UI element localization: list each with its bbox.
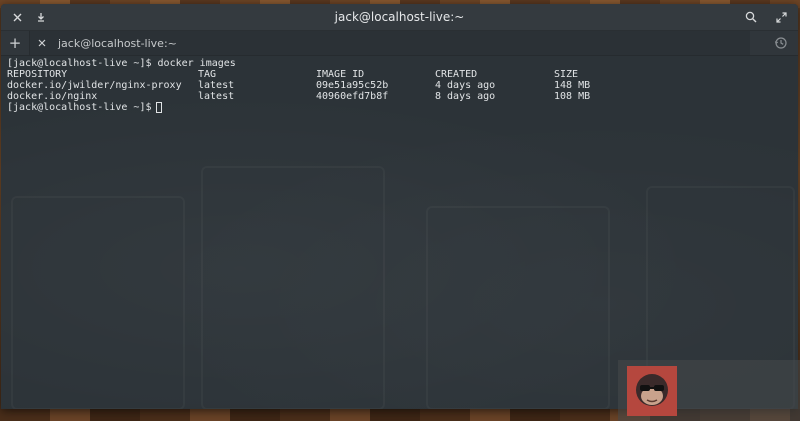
fullscreen-icon — [775, 11, 787, 23]
command-line: [jack@localhost-live ~]$ docker images — [7, 58, 792, 69]
close-icon — [13, 13, 21, 21]
repository-cell: docker.io/jwilder/nginx-proxy — [7, 80, 182, 91]
background-shape — [426, 206, 610, 409]
tag-cell: latest — [198, 80, 235, 91]
repository-cell: docker.io/nginx — [7, 91, 98, 102]
tab-terminal[interactable]: jack@localhost-live:~ — [30, 31, 750, 55]
background-shape — [201, 166, 385, 409]
created-cell: 8 days ago — [435, 91, 496, 102]
history-icon — [774, 37, 787, 49]
tab-label: jack@localhost-live:~ — [58, 36, 177, 50]
shell-prompt: [jack@localhost-live ~]$ — [7, 58, 152, 69]
table-row: docker.io/jwilder/nginx-proxy latest 09e… — [7, 80, 792, 91]
column-header: SIZE — [554, 69, 579, 80]
created-cell: 4 days ago — [435, 80, 496, 91]
current-prompt-line: [jack@localhost-live ~]$ — [7, 102, 792, 113]
terminal-output[interactable]: [jack@localhost-live ~]$ docker images R… — [1, 56, 798, 409]
table-row: docker.io/nginx latest 40960efd7b8f 8 da… — [7, 91, 792, 102]
image-id-cell: 09e51a95c52b — [316, 80, 389, 91]
download-button[interactable] — [30, 6, 52, 28]
close-window-button[interactable] — [6, 6, 28, 28]
plus-icon: + — [8, 34, 22, 52]
tag-cell: latest — [198, 91, 235, 102]
tab-close-button[interactable] — [32, 37, 52, 50]
column-header: IMAGE ID — [316, 69, 365, 80]
close-icon — [38, 39, 46, 46]
column-header: TAG — [198, 69, 217, 80]
search-icon — [745, 11, 757, 23]
tab-history-button[interactable] — [774, 35, 790, 51]
new-tab-button[interactable]: + — [1, 31, 30, 55]
column-header: CREATED — [435, 69, 478, 80]
text-cursor[interactable] — [155, 102, 162, 113]
command-text: docker images — [157, 58, 236, 69]
download-icon — [38, 13, 44, 22]
titlebar-left-controls — [6, 6, 52, 28]
title-bar[interactable]: jack@localhost-live:~ — [1, 4, 798, 31]
gorilla-avatar-icon — [627, 366, 677, 416]
shell-prompt: [jack@localhost-live ~]$ — [7, 102, 152, 113]
search-button[interactable] — [740, 6, 762, 28]
user-avatar-overlay — [618, 360, 800, 421]
window-title: jack@localhost-live:~ — [334, 10, 465, 24]
fullscreen-button[interactable] — [770, 6, 792, 28]
titlebar-right-controls — [740, 6, 792, 28]
tab-bar: + jack@localhost-live:~ — [1, 31, 798, 56]
size-cell: 108 MB — [554, 91, 591, 102]
table-header-row: REPOSITORY TAG IMAGE ID CREATED SIZE — [7, 69, 792, 80]
size-cell: 148 MB — [554, 80, 591, 91]
image-id-cell: 40960efd7b8f — [316, 91, 389, 102]
terminal-window: jack@localhost-live:~ + jack@localhost-l… — [1, 4, 798, 409]
column-header: REPOSITORY — [7, 69, 68, 80]
background-shape — [11, 196, 185, 409]
